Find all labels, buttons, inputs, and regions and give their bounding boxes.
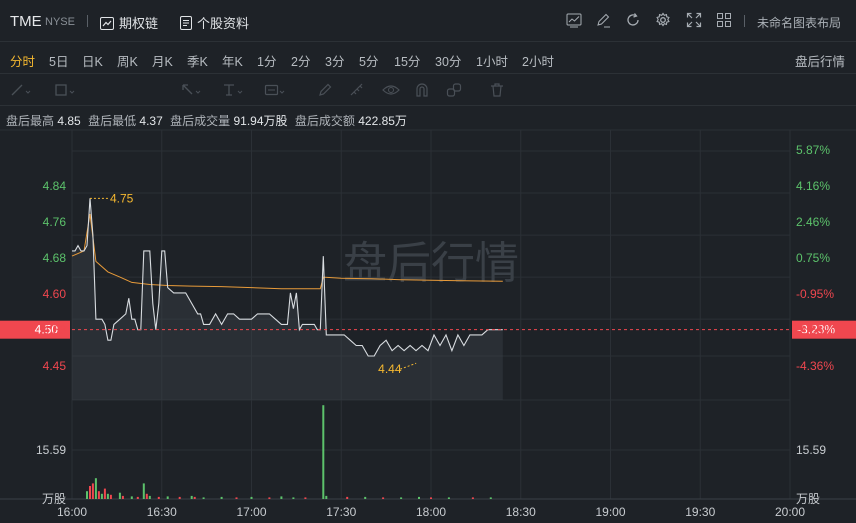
volume-bar — [145, 493, 148, 499]
volume-tick-label: 15.59 — [36, 443, 66, 457]
time-tick-label: 17:00 — [236, 505, 266, 519]
price-tick-label: 4.53 — [43, 323, 67, 337]
price-tick-label: 4.60 — [43, 287, 67, 301]
time-tick-label: 18:30 — [506, 505, 536, 519]
volume-bar — [178, 496, 181, 499]
volume-bar — [91, 483, 94, 499]
volume-bar — [97, 491, 100, 499]
percent-tick-label: 2.46% — [796, 215, 830, 229]
volume-bar — [346, 496, 349, 499]
price-tick-label: 4.68 — [43, 251, 67, 265]
volume-bar — [202, 497, 205, 499]
price-area-fill — [72, 198, 503, 400]
volume-bar — [89, 486, 91, 499]
price-tick-label: 4.45 — [43, 359, 67, 373]
percent-tick-label: 4.16% — [796, 179, 830, 193]
volume-bar — [280, 496, 283, 499]
time-tick-label: 16:30 — [147, 505, 177, 519]
min-price-label: 4.44 — [378, 362, 402, 376]
percent-tick-label: 0.75% — [796, 251, 830, 265]
volume-bar — [471, 497, 474, 499]
intraday-chart[interactable]: 盘后行情 4.50 -3.23%4.754.44 4.844.764.684.60… — [0, 0, 856, 523]
volume-bar — [418, 496, 420, 499]
price-tick-label: 4.76 — [43, 215, 67, 229]
volume-bar — [190, 495, 193, 499]
percent-tick-label: -0.95% — [796, 287, 834, 301]
volume-bar — [148, 495, 151, 499]
max-price-label: 4.75 — [110, 191, 134, 205]
volume-bar — [400, 497, 403, 499]
time-tick-label: 17:30 — [326, 505, 356, 519]
volume-bar — [235, 497, 238, 499]
volume-bar — [121, 495, 124, 499]
volume-bar — [100, 493, 103, 499]
volume-bar — [250, 496, 253, 499]
time-tick-label: 16:00 — [57, 505, 87, 519]
volume-bar — [304, 497, 307, 499]
percent-tick-label: -4.36% — [796, 359, 834, 373]
volume-unit-label: 万股 — [42, 492, 66, 506]
volume-tick-label-right: 15.59 — [796, 443, 826, 457]
volume-bar — [106, 493, 109, 499]
percent-tick-label: 5.87% — [796, 143, 830, 157]
volume-bar — [489, 497, 492, 499]
volume-bar — [109, 494, 112, 499]
volume-bar — [103, 488, 106, 499]
volume-bar — [157, 496, 160, 499]
volume-bar — [118, 492, 121, 499]
time-tick-label: 18:00 — [416, 505, 446, 519]
volume-bar — [136, 496, 139, 499]
volume-bar — [325, 495, 328, 499]
volume-bar — [268, 497, 271, 499]
volume-bar — [130, 496, 133, 499]
price-tick-label: 4.84 — [43, 179, 67, 193]
time-tick-label: 19:30 — [685, 505, 715, 519]
volume-bar — [193, 496, 196, 499]
percent-tick-label: -2.66% — [796, 323, 834, 337]
volume-bar — [430, 497, 432, 499]
volume-bar — [364, 496, 367, 499]
time-tick-label: 20:00 — [775, 505, 805, 519]
volume-bar — [322, 405, 325, 499]
volume-bar — [142, 483, 145, 499]
volume-unit-label-right: 万股 — [796, 492, 820, 506]
volume-bar — [94, 478, 97, 499]
volume-bar — [220, 496, 223, 499]
volume-bar — [447, 497, 450, 499]
time-tick-label: 19:00 — [595, 505, 625, 519]
volume-bar — [166, 496, 169, 499]
volume-bar — [382, 497, 385, 499]
volume-bar — [86, 491, 88, 499]
volume-bar — [292, 497, 295, 499]
